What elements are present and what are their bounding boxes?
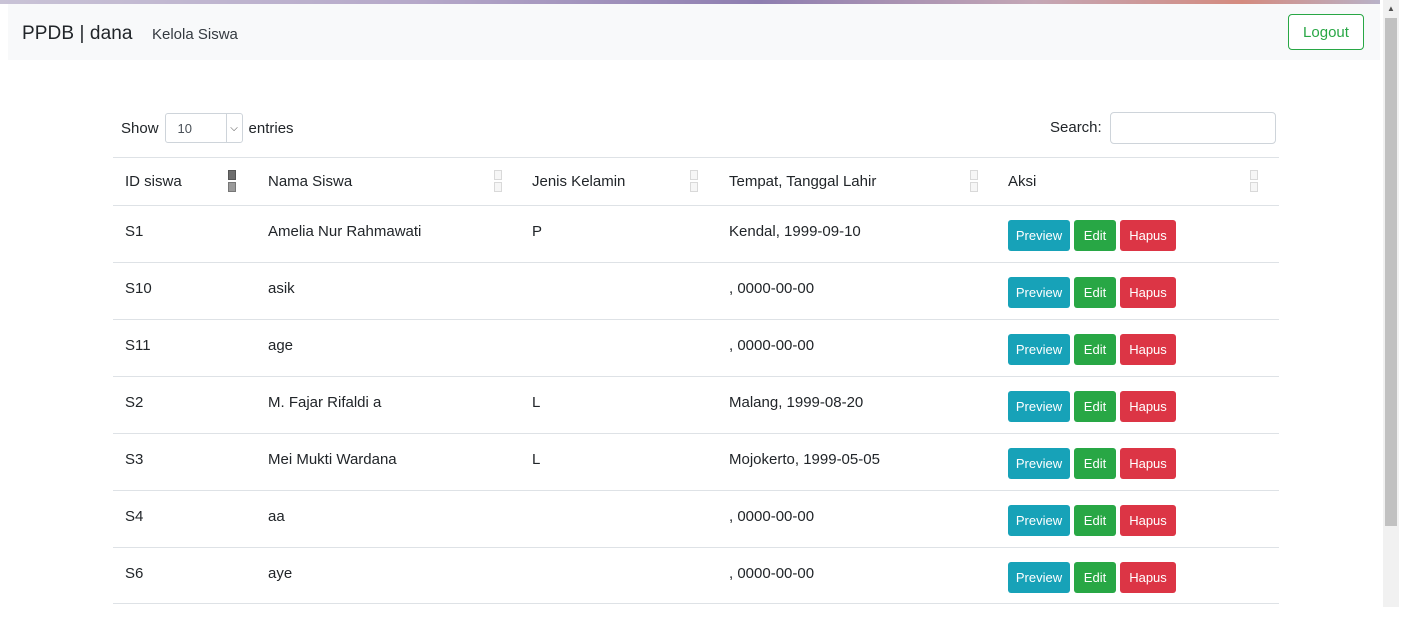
- cell-aksi: Preview Edit Hapus: [996, 377, 1279, 433]
- table-row: S10 asik , 0000-00-00 Preview Edit Hapus: [113, 262, 1279, 319]
- table-row: S6 aye , 0000-00-00 Preview Edit Hapus: [113, 547, 1279, 604]
- search-label: Search:: [1050, 119, 1102, 136]
- table-header-row: ID siswa Nama Siswa Jenis Kelamin Tempat…: [113, 157, 1279, 205]
- header-tempat-tanggal-lahir[interactable]: Tempat, Tanggal Lahir: [717, 158, 996, 205]
- preview-button[interactable]: Preview: [1008, 220, 1070, 251]
- table-row: S11 age , 0000-00-00 Preview Edit Hapus: [113, 319, 1279, 376]
- cell-tempat-tanggal-lahir: Mojokerto, 1999-05-05: [729, 451, 880, 468]
- sort-asc-icon[interactable]: [228, 170, 236, 192]
- preview-button[interactable]: Preview: [1008, 448, 1070, 479]
- cell-jenis-kelamin: [520, 548, 717, 603]
- table-row: S3 Mei Mukti Wardana L Mojokerto, 1999-05-0…: [113, 433, 1279, 490]
- table-row: S2 M. Fajar Rifaldi a L Malang, 1999-08-20 P…: [113, 376, 1279, 433]
- navbar: PPDB | dana Kelola Siswa Logout: [8, 4, 1380, 60]
- cell-jenis-kelamin: [520, 491, 717, 547]
- cell-jenis-kelamin: [520, 320, 717, 376]
- edit-button[interactable]: Edit: [1074, 448, 1116, 479]
- nav-link-kelola-siswa[interactable]: Kelola Siswa: [152, 26, 238, 43]
- search-control: Search:: [1050, 111, 1276, 144]
- cell-nama-siswa: aa: [268, 508, 285, 525]
- cell-aksi: Preview Edit Hapus: [996, 548, 1279, 603]
- entries-length-select[interactable]: 10 ⌵: [164, 113, 243, 143]
- hapus-button[interactable]: Hapus: [1120, 505, 1176, 536]
- hapus-button[interactable]: Hapus: [1120, 220, 1176, 251]
- table-body: S1 Amelia Nur Rahmawati P Kendal, 1999-09-1…: [113, 205, 1279, 604]
- entries-length-value: 10: [177, 120, 192, 136]
- cell-tempat-tanggal-lahir: Malang, 1999-08-20: [729, 394, 864, 411]
- hapus-button[interactable]: Hapus: [1120, 277, 1176, 308]
- chevron-down-icon: ⌵: [225, 114, 242, 142]
- navbar-brand[interactable]: PPDB | dana: [22, 23, 133, 45]
- preview-button[interactable]: Preview: [1008, 505, 1070, 536]
- hapus-button[interactable]: Hapus: [1120, 334, 1176, 365]
- cell-aksi: Preview Edit Hapus: [996, 206, 1279, 262]
- edit-button[interactable]: Edit: [1074, 562, 1116, 593]
- edit-button[interactable]: Edit: [1074, 505, 1116, 536]
- preview-button[interactable]: Preview: [1008, 334, 1070, 365]
- cell-jenis-kelamin: L: [532, 394, 541, 411]
- hapus-button[interactable]: Hapus: [1120, 562, 1176, 593]
- scroll-up-arrow-icon[interactable]: ▲: [1383, 0, 1399, 16]
- cell-id-siswa: S1: [125, 223, 144, 240]
- edit-button[interactable]: Edit: [1074, 334, 1116, 365]
- edit-button[interactable]: Edit: [1074, 277, 1116, 308]
- header-jenis-kelamin[interactable]: Jenis Kelamin: [520, 158, 717, 205]
- show-label: Show: [121, 119, 159, 137]
- preview-button[interactable]: Preview: [1008, 277, 1070, 308]
- preview-button[interactable]: Preview: [1008, 391, 1070, 422]
- sort-icon[interactable]: [1250, 170, 1258, 192]
- cell-tempat-tanggal-lahir: , 0000-00-00: [729, 508, 815, 525]
- cell-tempat-tanggal-lahir: Kendal, 1999-09-10: [729, 223, 861, 240]
- search-input[interactable]: [1109, 111, 1276, 144]
- hapus-button[interactable]: Hapus: [1120, 391, 1176, 422]
- cell-jenis-kelamin: [520, 263, 717, 319]
- cell-nama-siswa: age: [268, 337, 294, 354]
- entries-label: entries: [248, 119, 294, 137]
- cell-id-siswa: S3: [125, 451, 144, 468]
- cell-aksi: Preview Edit Hapus: [996, 491, 1279, 547]
- cell-nama-siswa: asik: [268, 280, 295, 297]
- cell-id-siswa: S2: [125, 394, 144, 411]
- hapus-button[interactable]: Hapus: [1120, 448, 1176, 479]
- cell-jenis-kelamin: P: [532, 223, 543, 240]
- cell-aksi: Preview Edit Hapus: [996, 434, 1279, 490]
- cell-aksi: Preview Edit Hapus: [996, 320, 1279, 376]
- cell-id-siswa: S4: [125, 508, 144, 525]
- table-row: S1 Amelia Nur Rahmawati P Kendal, 1999-09-1…: [113, 205, 1279, 262]
- logout-button[interactable]: Logout: [1288, 14, 1364, 50]
- vertical-scrollbar[interactable]: ▲: [1383, 0, 1399, 607]
- cell-aksi: Preview Edit Hapus: [996, 263, 1279, 319]
- header-nama-siswa[interactable]: Nama Siswa: [256, 158, 520, 205]
- cell-nama-siswa: Amelia Nur Rahmawati: [268, 223, 422, 240]
- sort-icon[interactable]: [690, 170, 698, 192]
- cell-nama-siswa: M. Fajar Rifaldi a: [268, 394, 382, 411]
- entries-length-control: Show 10 ⌵ entries: [121, 112, 294, 144]
- students-table: ID siswa Nama Siswa Jenis Kelamin Tempat…: [113, 157, 1279, 604]
- sort-icon[interactable]: [970, 170, 978, 192]
- cell-id-siswa: S10: [125, 280, 152, 297]
- scrollbar-thumb[interactable]: [1385, 18, 1397, 526]
- preview-button[interactable]: Preview: [1008, 562, 1070, 593]
- cell-tempat-tanggal-lahir: , 0000-00-00: [729, 280, 815, 297]
- sort-icon[interactable]: [494, 170, 502, 192]
- edit-button[interactable]: Edit: [1074, 391, 1116, 422]
- cell-id-siswa: S11: [125, 337, 151, 354]
- cell-id-siswa: S6: [125, 565, 144, 582]
- edit-button[interactable]: Edit: [1074, 220, 1116, 251]
- cell-tempat-tanggal-lahir: , 0000-00-00: [729, 337, 815, 354]
- cell-nama-siswa: Mei Mukti Wardana: [268, 451, 397, 468]
- cell-jenis-kelamin: L: [532, 451, 541, 468]
- cell-tempat-tanggal-lahir: , 0000-00-00: [729, 565, 815, 582]
- header-aksi[interactable]: Aksi: [996, 158, 1279, 205]
- table-row: S4 aa , 0000-00-00 Preview Edit Hapus: [113, 490, 1279, 547]
- cell-nama-siswa: aye: [268, 565, 293, 582]
